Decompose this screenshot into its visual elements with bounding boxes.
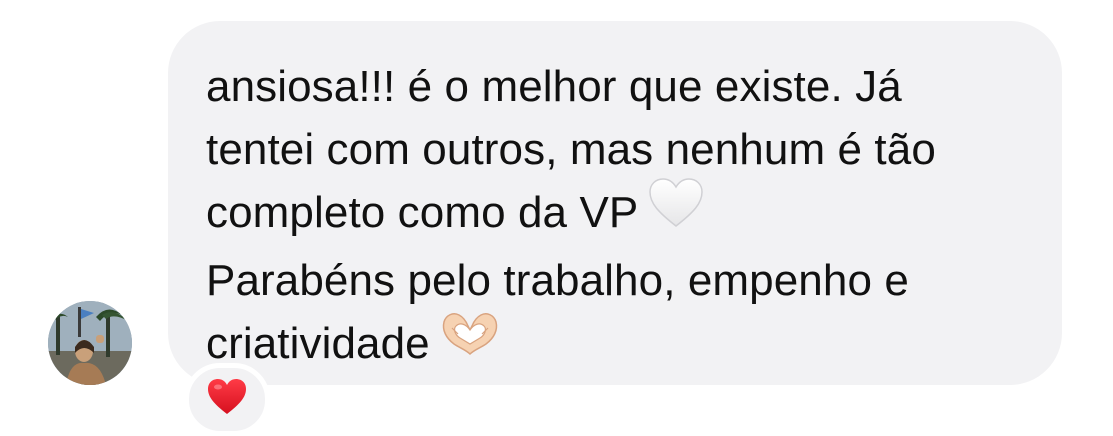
- avatar-photo: [48, 301, 132, 385]
- reaction-badge[interactable]: [184, 363, 270, 436]
- white-heart-icon: [648, 178, 704, 245]
- message-line-3-text: completo como da VP: [206, 188, 639, 237]
- message-line-3: completo como da VP: [206, 178, 1046, 249]
- message-text: ansiosa!!! é o melhor que existe. Já ten…: [206, 55, 1046, 379]
- comment-thread: ansiosa!!! é o melhor que existe. Já ten…: [0, 0, 1113, 436]
- red-heart-icon: [206, 378, 248, 421]
- avatar[interactable]: [48, 301, 132, 385]
- message-line-5-text: criatividade: [206, 318, 430, 368]
- message-line-2: tentei com outros, mas nenhum é tão: [206, 125, 936, 174]
- message-line-5: criatividade: [206, 312, 1046, 379]
- heart-hands-icon: [440, 310, 500, 375]
- message-line-4: Parabéns pelo trabalho, empenho e: [206, 255, 909, 305]
- message-line-1: ansiosa!!! é o melhor que existe. Já: [206, 62, 902, 111]
